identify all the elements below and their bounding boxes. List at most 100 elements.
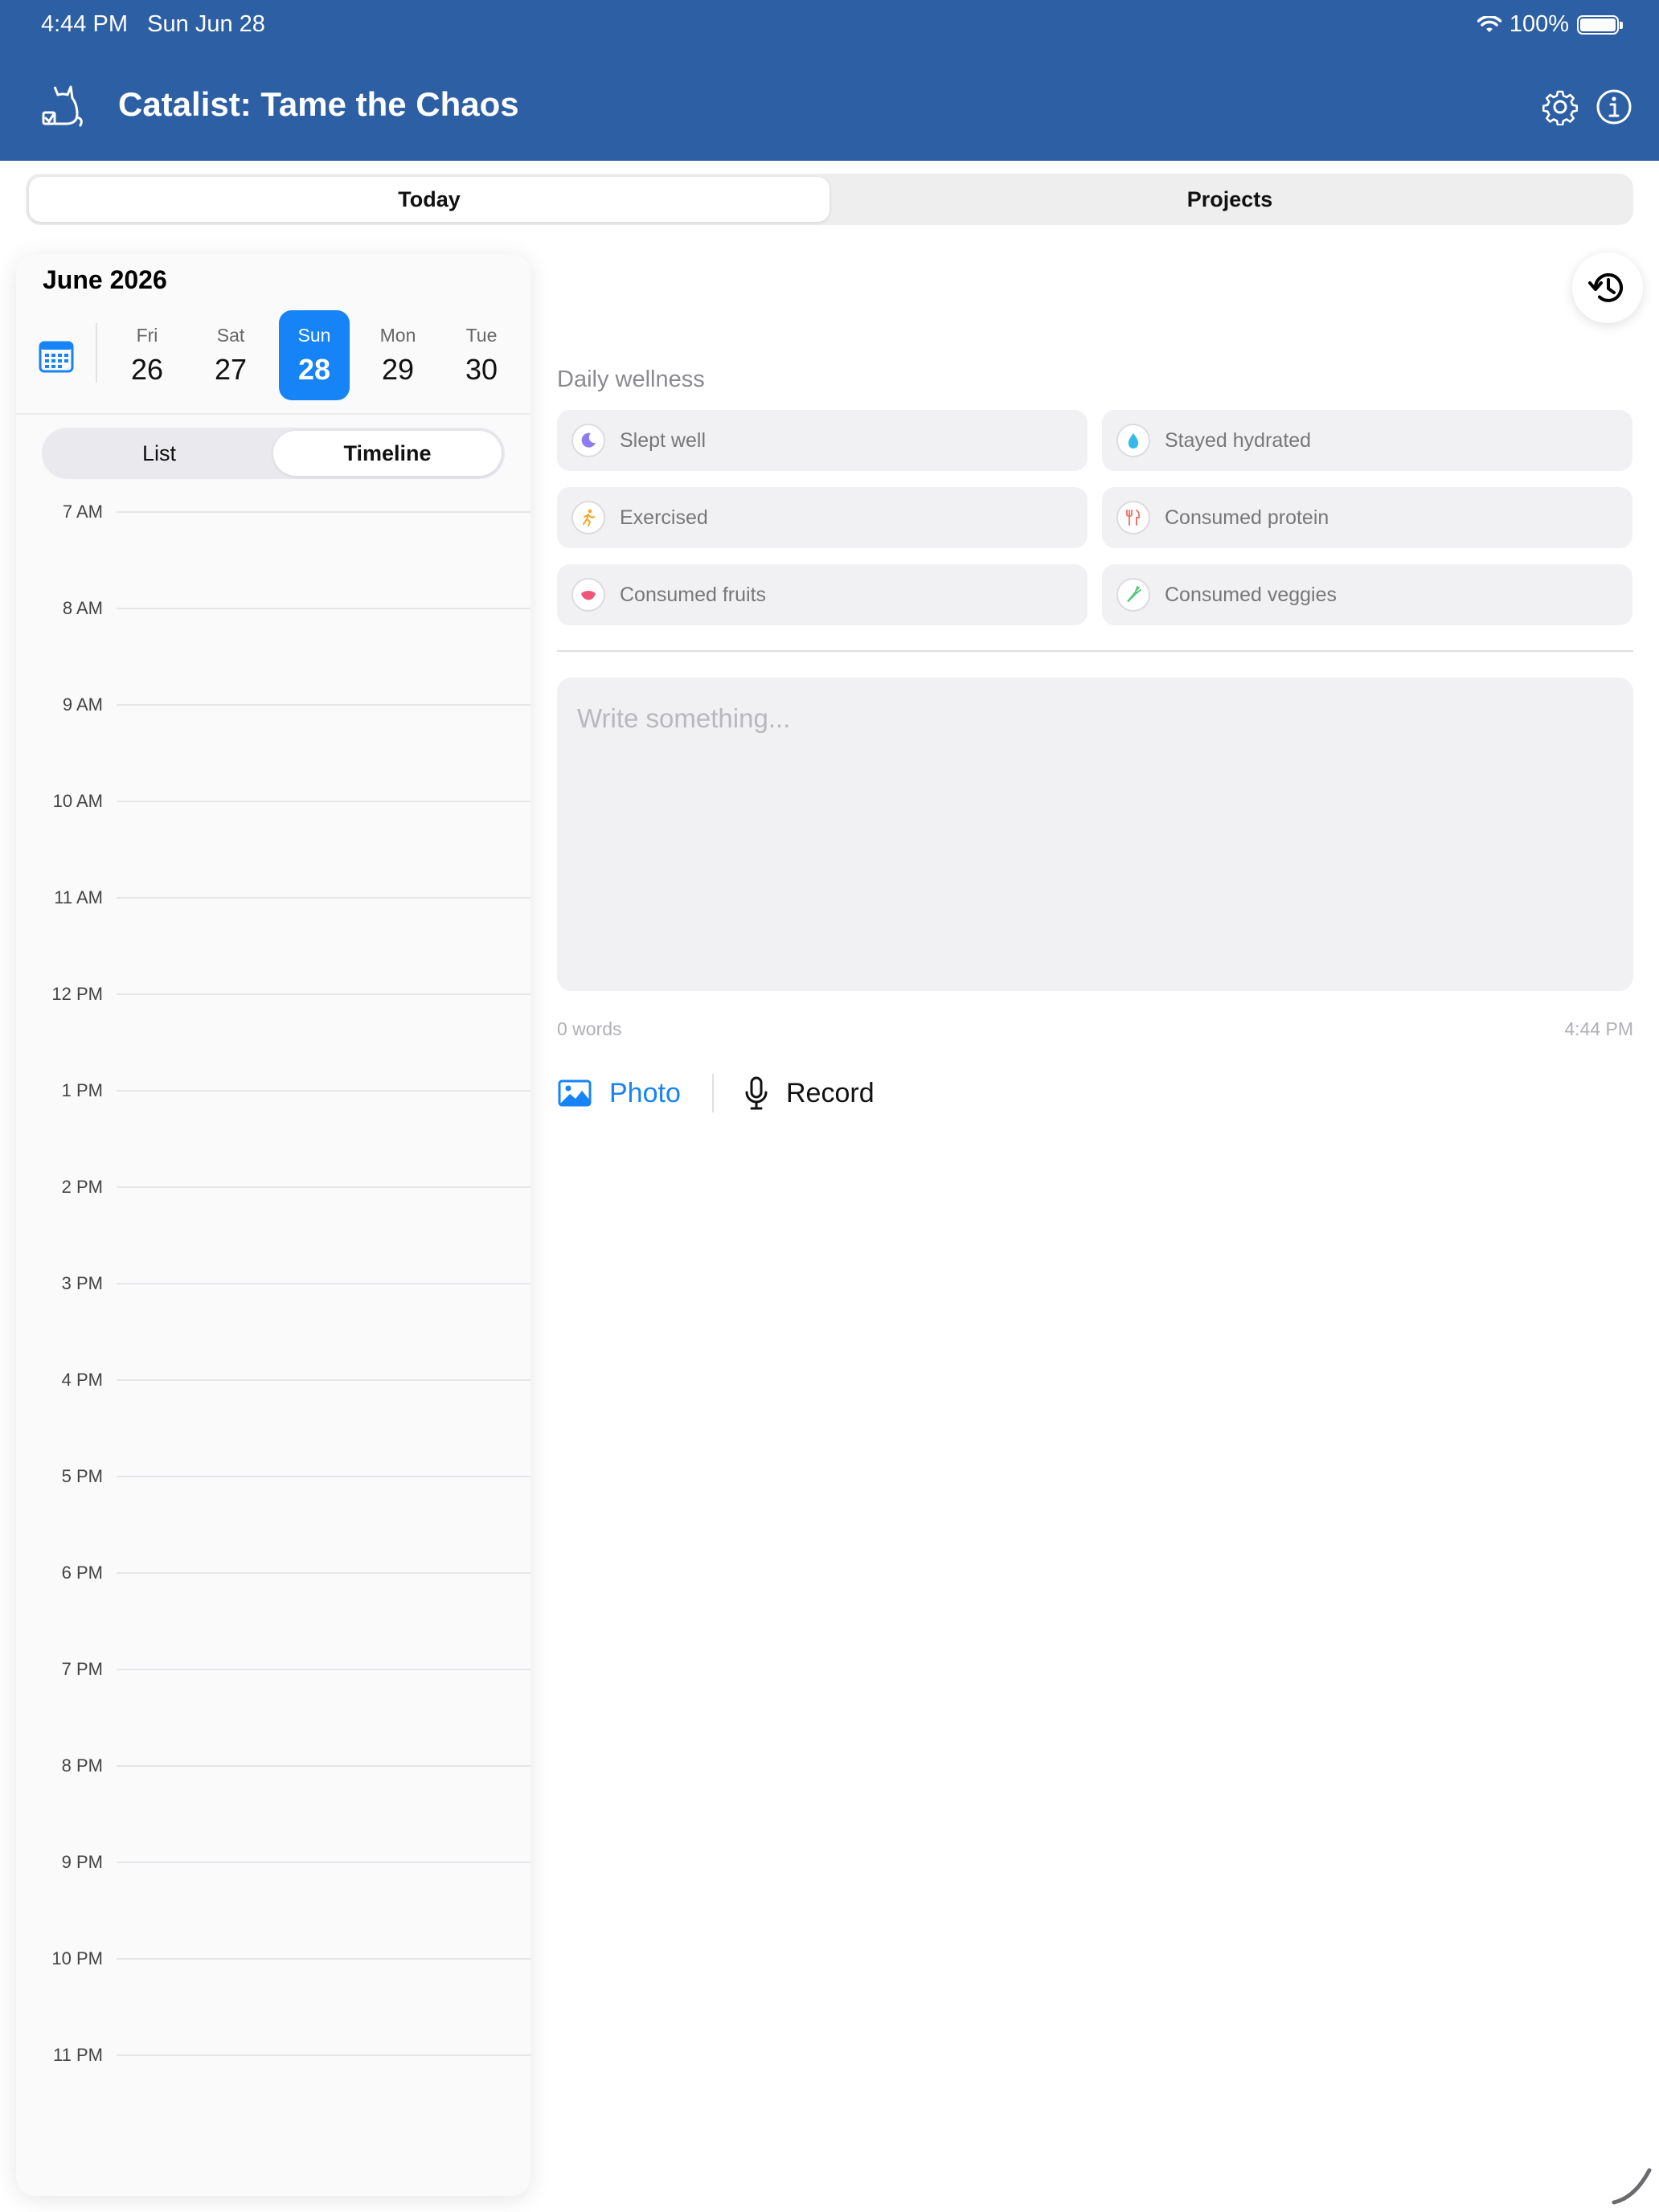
- photo-icon: [558, 1079, 592, 1107]
- hour-label: 4 PM: [61, 1370, 103, 1390]
- calendar-panel: June 2026 Fri 26 Sat 27 Sun 28 Mon 29 Tu…: [16, 254, 530, 2196]
- hour-line: [117, 1862, 530, 1863]
- history-button[interactable]: [1572, 252, 1643, 323]
- wellness-exercised[interactable]: Exercised: [557, 487, 1088, 548]
- word-count: 0 words: [557, 1018, 622, 1039]
- day-fri-26[interactable]: Fri 26: [112, 310, 182, 400]
- wellness-consumed-veggies[interactable]: Consumed veggies: [1102, 564, 1632, 625]
- day-sun-28-selected[interactable]: Sun 28: [279, 310, 350, 400]
- hour-line: [117, 1186, 530, 1188]
- timeline-hour: 7 AM: [16, 502, 530, 534]
- hour-label: 7 PM: [61, 1659, 103, 1679]
- hour-line: [117, 704, 530, 706]
- photo-label: Photo: [609, 1077, 681, 1108]
- hour-line: [117, 1283, 530, 1284]
- day-number: 28: [297, 353, 331, 386]
- hour-label: 3 PM: [61, 1273, 103, 1293]
- timeline-hour: 11 PM: [16, 2045, 530, 2077]
- day-name: Fri: [136, 325, 158, 346]
- timeline-hour: 2 PM: [16, 1177, 530, 1209]
- hour-label: 10 AM: [52, 791, 103, 811]
- hour-line: [117, 1090, 530, 1092]
- wellness-label: Consumed fruits: [620, 583, 767, 606]
- tab-list[interactable]: List: [45, 431, 273, 476]
- timeline-hour: 9 PM: [16, 1852, 530, 1884]
- timeline-hour: 10 PM: [16, 1948, 530, 1981]
- day-mon-29[interactable]: Mon 29: [363, 310, 433, 400]
- note-timestamp: 4:44 PM: [1564, 1018, 1633, 1039]
- running-icon: [571, 501, 605, 535]
- wellness-consumed-protein[interactable]: Consumed protein: [1102, 487, 1632, 548]
- day-sat-27[interactable]: Sat 27: [195, 310, 266, 400]
- tab-projects[interactable]: Projects: [830, 177, 1630, 222]
- status-time: 4:44 PM Sun Jun 28: [41, 11, 265, 38]
- month-label: June 2026: [43, 265, 167, 294]
- hour-line: [117, 1476, 530, 1477]
- hour-label: 2 PM: [61, 1177, 103, 1197]
- status-indicators: 100%: [1477, 11, 1623, 38]
- wellness-slept-well[interactable]: Slept well: [557, 410, 1088, 471]
- hour-label: 1 PM: [61, 1080, 103, 1100]
- fork-knife-icon: [1116, 501, 1150, 535]
- hour-line: [117, 801, 530, 802]
- timeline-hour: 8 AM: [16, 598, 530, 630]
- timeline-hour: 12 PM: [16, 984, 530, 1016]
- hour-label: 7 AM: [62, 502, 103, 522]
- wellness-label: Slept well: [620, 428, 706, 452]
- hour-line: [117, 511, 530, 513]
- hour-label: 8 AM: [62, 598, 103, 618]
- day-number: 27: [214, 353, 248, 386]
- timeline-hour: 8 PM: [16, 1755, 530, 1788]
- hour-label: 11 AM: [54, 887, 103, 907]
- record-button[interactable]: Record: [744, 1072, 875, 1114]
- day-name: Sun: [297, 325, 331, 346]
- hour-label: 9 AM: [62, 694, 103, 715]
- note-placeholder: Write something...: [577, 703, 791, 733]
- day-number: 29: [381, 353, 415, 386]
- day-tue-30[interactable]: Tue 30: [446, 310, 517, 400]
- wellness-label: Exercised: [620, 506, 708, 529]
- gear-icon[interactable]: [1542, 88, 1579, 125]
- day-name: Mon: [379, 325, 416, 346]
- carrot-icon: [1116, 578, 1150, 612]
- status-date: Sun Jun 28: [147, 11, 265, 37]
- hour-line: [117, 1958, 530, 1960]
- moon-icon: [571, 424, 605, 457]
- timeline-hour: 7 PM: [16, 1659, 530, 1691]
- app-title: Catalist: Tame the Chaos: [118, 85, 519, 123]
- tab-timeline[interactable]: Timeline: [273, 431, 502, 476]
- app-header: 4:44 PM Sun Jun 28 100% Catalist: Tame t…: [0, 0, 1659, 161]
- wellness-title: Daily wellness: [557, 367, 705, 392]
- hour-label: 5 PM: [61, 1466, 103, 1486]
- hour-label: 8 PM: [61, 1755, 103, 1776]
- day-number: 30: [465, 353, 498, 386]
- photo-button[interactable]: Photo: [558, 1072, 681, 1114]
- view-mode-switcher: List Timeline: [42, 428, 505, 479]
- timeline-hour: 9 AM: [16, 694, 530, 727]
- note-input[interactable]: Write something...: [557, 678, 1633, 991]
- wellness-label: Consumed protein: [1165, 506, 1329, 529]
- timeline-hour: 5 PM: [16, 1466, 530, 1498]
- wellness-label: Consumed veggies: [1165, 583, 1337, 606]
- hour-line: [117, 1765, 530, 1767]
- timeline-hour: 3 PM: [16, 1273, 530, 1305]
- hour-line: [117, 1379, 530, 1381]
- timeline-hour: 6 PM: [16, 1563, 530, 1595]
- hour-line: [117, 897, 530, 899]
- timeline-hour: 4 PM: [16, 1370, 530, 1402]
- calendar-icon[interactable]: [39, 339, 74, 373]
- timeline-hour: 11 AM: [16, 887, 530, 920]
- microphone-icon: [745, 1076, 768, 1110]
- hour-line: [117, 608, 530, 609]
- calendar-divider: [96, 323, 97, 383]
- hour-label: 9 PM: [61, 1852, 103, 1872]
- wellness-label: Stayed hydrated: [1165, 428, 1312, 452]
- content-divider: [557, 650, 1633, 652]
- wellness-consumed-fruits[interactable]: Consumed fruits: [557, 564, 1088, 625]
- info-icon[interactable]: [1596, 88, 1632, 125]
- tab-today[interactable]: Today: [29, 177, 830, 222]
- fruit-icon: [571, 578, 605, 612]
- hour-label: 10 PM: [51, 1948, 103, 1968]
- wellness-stayed-hydrated[interactable]: Stayed hydrated: [1102, 410, 1632, 471]
- day-name: Tue: [465, 325, 498, 346]
